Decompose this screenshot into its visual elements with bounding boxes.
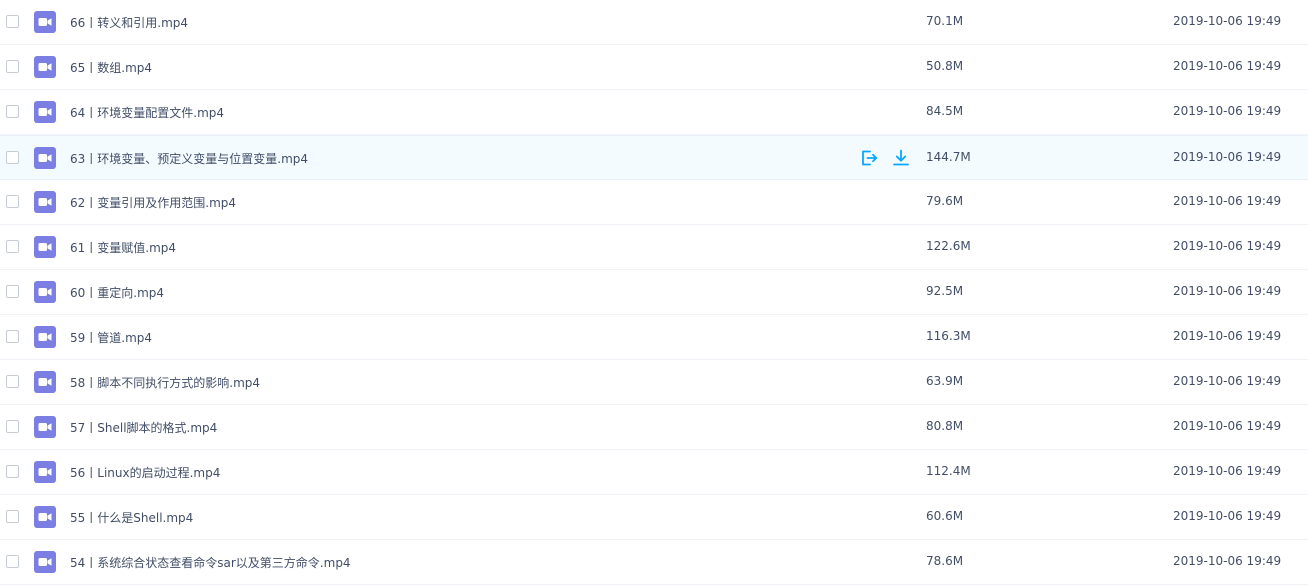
file-name[interactable]: 61丨变量赋值.mp4 [70,239,176,256]
file-size: 80.8M [926,419,964,433]
row-checkbox[interactable] [6,240,19,253]
file-name[interactable]: 64丨环境变量配置文件.mp4 [70,104,224,121]
file-name[interactable]: 63丨环境变量、预定义变量与位置变量.mp4 [70,150,308,167]
file-size: 50.8M [926,59,964,73]
video-icon [34,551,56,573]
row-checkbox[interactable] [6,510,19,523]
file-name[interactable]: 65丨数组.mp4 [70,59,152,76]
row-actions [859,148,911,168]
file-date: 2019-10-06 19:49 [1173,239,1282,253]
video-icon [34,416,56,438]
file-size: 78.6M [926,554,964,568]
file-name[interactable]: 55丨什么是Shell.mp4 [70,509,193,526]
file-date: 2019-10-06 19:49 [1173,554,1282,568]
file-size: 116.3M [926,329,971,343]
row-checkbox[interactable] [6,330,19,343]
file-name[interactable]: 59丨管道.mp4 [70,329,152,346]
file-row[interactable]: 62丨变量引用及作用范围.mp4 79.6M 2019-10-06 19:49 [0,180,1308,225]
file-date: 2019-10-06 19:49 [1173,150,1282,164]
file-size: 84.5M [926,104,964,118]
row-checkbox[interactable] [6,285,19,298]
file-row[interactable]: 57丨Shell脚本的格式.mp4 80.8M 2019-10-06 19:49 [0,405,1308,450]
video-icon [34,461,56,483]
video-icon [34,11,56,33]
row-checkbox[interactable] [6,15,19,28]
file-name[interactable]: 57丨Shell脚本的格式.mp4 [70,419,217,436]
file-name[interactable]: 56丨Linux的启动过程.mp4 [70,464,220,481]
file-row[interactable]: 55丨什么是Shell.mp4 60.6M 2019-10-06 19:49 [0,495,1308,540]
row-checkbox[interactable] [6,60,19,73]
file-size: 63.9M [926,374,964,388]
file-date: 2019-10-06 19:49 [1173,104,1282,118]
file-name[interactable]: 66丨转义和引用.mp4 [70,14,188,31]
video-icon [34,101,56,123]
file-date: 2019-10-06 19:49 [1173,14,1282,28]
row-checkbox[interactable] [6,375,19,388]
file-date: 2019-10-06 19:49 [1173,329,1282,343]
row-checkbox[interactable] [6,465,19,478]
video-icon [34,506,56,528]
file-name[interactable]: 60丨重定向.mp4 [70,284,164,301]
file-row[interactable]: 65丨数组.mp4 50.8M 2019-10-06 19:49 [0,45,1308,90]
file-date: 2019-10-06 19:49 [1173,59,1282,73]
file-row[interactable]: 63丨环境变量、预定义变量与位置变量.mp4 144.7M 2019-10-06… [0,135,1308,180]
file-date: 2019-10-06 19:49 [1173,509,1282,523]
file-date: 2019-10-06 19:49 [1173,194,1282,208]
file-size: 92.5M [926,284,964,298]
row-checkbox[interactable] [6,151,19,164]
row-checkbox[interactable] [6,420,19,433]
video-icon [34,147,56,169]
video-icon [34,326,56,348]
file-row[interactable]: 56丨Linux的启动过程.mp4 112.4M 2019-10-06 19:4… [0,450,1308,495]
file-name[interactable]: 62丨变量引用及作用范围.mp4 [70,194,236,211]
file-list: 66丨转义和引用.mp4 70.1M 2019-10-06 19:49 65丨数… [0,0,1308,585]
file-date: 2019-10-06 19:49 [1173,284,1282,298]
file-row[interactable]: 64丨环境变量配置文件.mp4 84.5M 2019-10-06 19:49 [0,90,1308,135]
file-row[interactable]: 61丨变量赋值.mp4 122.6M 2019-10-06 19:49 [0,225,1308,270]
file-row[interactable]: 58丨脚本不同执行方式的影响.mp4 63.9M 2019-10-06 19:4… [0,360,1308,405]
file-date: 2019-10-06 19:49 [1173,374,1282,388]
file-size: 112.4M [926,464,971,478]
file-size: 144.7M [926,150,971,164]
video-icon [34,56,56,78]
video-icon [34,371,56,393]
file-name[interactable]: 58丨脚本不同执行方式的影响.mp4 [70,374,260,391]
file-size: 70.1M [926,14,964,28]
file-name[interactable]: 54丨系统综合状态查看命令sar以及第三方命令.mp4 [70,554,351,571]
file-row[interactable]: 66丨转义和引用.mp4 70.1M 2019-10-06 19:49 [0,0,1308,45]
file-row[interactable]: 59丨管道.mp4 116.3M 2019-10-06 19:49 [0,315,1308,360]
row-checkbox[interactable] [6,555,19,568]
file-size: 60.6M [926,509,964,523]
row-checkbox[interactable] [6,195,19,208]
file-date: 2019-10-06 19:49 [1173,419,1282,433]
video-icon [34,281,56,303]
share-icon[interactable] [859,148,879,168]
row-checkbox[interactable] [6,105,19,118]
file-size: 122.6M [926,239,971,253]
file-size: 79.6M [926,194,964,208]
file-date: 2019-10-06 19:49 [1173,464,1282,478]
video-icon [34,236,56,258]
file-row[interactable]: 54丨系统综合状态查看命令sar以及第三方命令.mp4 78.6M 2019-1… [0,540,1308,585]
download-icon[interactable] [891,148,911,168]
video-icon [34,191,56,213]
file-row[interactable]: 60丨重定向.mp4 92.5M 2019-10-06 19:49 [0,270,1308,315]
